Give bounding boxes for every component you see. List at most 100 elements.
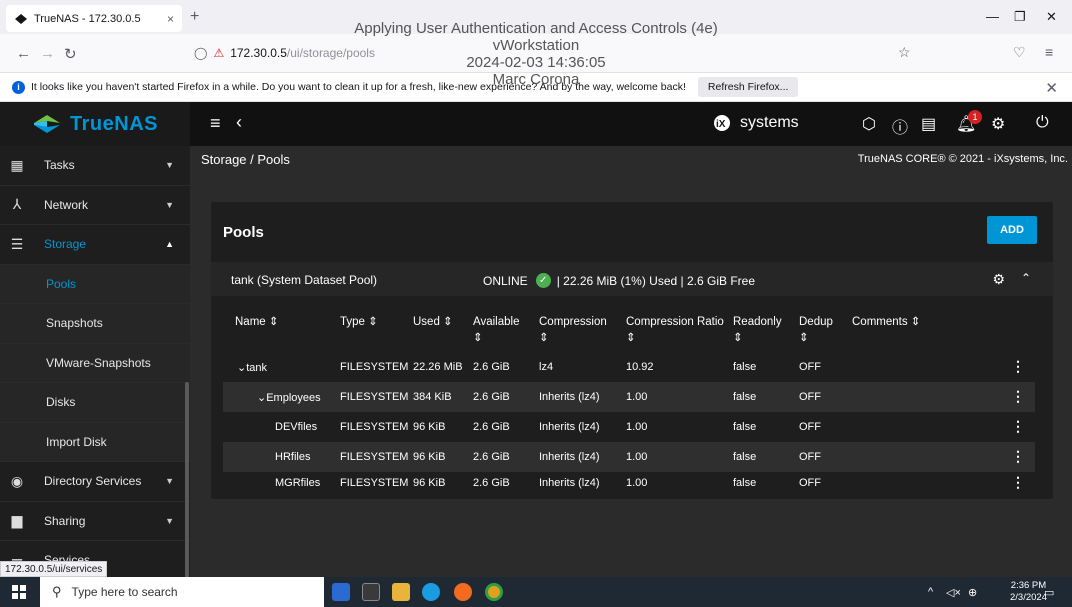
cell-name[interactable]: DEVfiles	[275, 421, 317, 433]
more-vert-icon[interactable]: ⋮	[1011, 388, 1025, 405]
minimize-icon[interactable]: —	[986, 9, 999, 24]
clipboard-icon[interactable]: ▤	[921, 114, 936, 134]
table-row[interactable]: MGRfiles FILESYSTEM 96 KiB 2.6 GiB Inher…	[223, 468, 1035, 498]
lock-warning-icon[interactable]: ⚠	[213, 46, 224, 60]
back-arrow-icon[interactable]: ←	[16, 45, 31, 62]
cell-ratio: 1.00	[626, 421, 648, 433]
hamburger-menu-icon[interactable]: ≡	[210, 113, 221, 134]
bookmark-star-icon[interactable]: ☆	[898, 44, 911, 61]
sidebar-item-network[interactable]: ⅄ Network ▼	[0, 186, 190, 225]
file-explorer-icon[interactable]	[392, 583, 410, 601]
sidebar-item-label: Tasks	[44, 158, 75, 173]
card-title: Pools	[223, 224, 264, 241]
more-vert-icon[interactable]: ⋮	[1011, 358, 1025, 375]
cell-available: 2.6 GiB	[473, 391, 510, 403]
folder-icon: ▆	[11, 512, 23, 529]
column-used[interactable]: Used ⇕	[413, 314, 453, 330]
powershell-icon[interactable]	[332, 583, 350, 601]
cell-dedup: OFF	[799, 391, 821, 403]
tab-close-icon[interactable]: ×	[167, 12, 174, 26]
truecommand-icon[interactable]: ⬡	[862, 114, 876, 134]
browser-tab[interactable]: TrueNAS - 172.30.0.5 ×	[6, 5, 182, 32]
cell-name[interactable]: ⌄tank	[237, 361, 267, 374]
more-vert-icon[interactable]: ⋮	[1011, 474, 1025, 491]
cell-readonly: false	[733, 477, 757, 489]
status-url: 172.30.0.5/ui/services	[0, 561, 108, 577]
truenas-topbar: TrueNAS ≡ ‹ iX systems ⬡ ⓘ ▤ 🔔︎ 1 ⚙ ⏻	[0, 102, 1072, 146]
network-globe-icon[interactable]: ⊕	[968, 586, 977, 599]
volume-icon[interactable]: ◁×	[946, 586, 961, 599]
menu-icon[interactable]: ≡	[1045, 44, 1053, 60]
cell-name[interactable]: MGRfiles	[275, 477, 320, 489]
forward-arrow-icon[interactable]: →	[40, 45, 55, 62]
more-vert-icon[interactable]: ⋮	[1011, 418, 1025, 435]
network-icon: ⅄	[12, 196, 22, 213]
terminal-icon[interactable]	[362, 583, 380, 601]
notifications-icon[interactable]: ▭	[1044, 586, 1054, 599]
table-row[interactable]: ⌄Employees FILESYSTEM 384 KiB 2.6 GiB In…	[223, 382, 1035, 412]
sidebar-item-disks[interactable]: Disks	[0, 383, 190, 423]
gear-icon[interactable]: ⚙	[991, 114, 1005, 134]
window-close-icon[interactable]: ✕	[1046, 9, 1057, 25]
browser-nav-bar: ← → ↻ ◯ ⚠ 172.30.0.5/ui/storage/pools ☆ …	[0, 34, 1072, 72]
sidebar-item-storage[interactable]: ☰ Storage ▲	[0, 225, 190, 265]
sidebar: ▦ Tasks ▼ ⅄ Network ▼ ☰ Storage ▲ Pools …	[0, 146, 190, 577]
shield-icon[interactable]: ◯	[194, 46, 207, 60]
cell-name[interactable]: HRfiles	[275, 451, 310, 463]
breadcrumb: Storage / Pools	[201, 152, 290, 167]
truenas-favicon-icon	[15, 13, 27, 24]
sidebar-item-snapshots[interactable]: Snapshots	[0, 304, 190, 344]
firefox-icon[interactable]	[454, 583, 472, 601]
chevron-left-icon[interactable]: ‹	[236, 112, 242, 133]
sidebar-scrollbar[interactable]	[185, 382, 189, 577]
cell-available: 2.6 GiB	[473, 451, 510, 463]
taskbar-clock[interactable]: 2:36 PM 2/3/2024	[1010, 580, 1047, 604]
new-tab-icon[interactable]: +	[190, 8, 199, 26]
vendor-name: systems	[740, 114, 799, 131]
table-row[interactable]: ⌄tank FILESYSTEM 22.26 MiB 2.6 GiB lz4 1…	[223, 352, 1035, 382]
sidebar-item-pools[interactable]: Pools	[0, 264, 190, 304]
brand-logo[interactable]: TrueNAS	[0, 102, 190, 146]
url-host: 172.30.0.5	[230, 46, 287, 60]
url-bar[interactable]: ◯ ⚠ 172.30.0.5/ui/storage/pools	[188, 38, 920, 68]
column-compression-ratio[interactable]: Compression Ratio ⇕	[626, 314, 724, 346]
notification-close-icon[interactable]: ✕	[1045, 79, 1058, 97]
more-vert-icon[interactable]: ⋮	[1011, 448, 1025, 465]
edge-icon[interactable]	[422, 583, 440, 601]
pool-settings-gear-icon[interactable]: ⚙	[992, 271, 1005, 288]
sidebar-item-label: Storage	[44, 237, 87, 252]
cell-available: 2.6 GiB	[473, 477, 510, 489]
column-compression[interactable]: Compression ⇕	[539, 314, 619, 346]
column-comments[interactable]: Comments ⇕	[852, 314, 920, 330]
chevron-up-icon[interactable]: ⌃	[1021, 271, 1031, 285]
sidebar-item-directory-services[interactable]: ◉ Directory Services ▼	[0, 462, 190, 502]
sidebar-item-import-disk[interactable]: Import Disk	[0, 422, 190, 462]
column-dedup[interactable]: Dedup ⇕	[799, 314, 839, 346]
chrome-icon[interactable]	[485, 583, 503, 601]
power-icon[interactable]: ⏻	[1036, 114, 1049, 132]
windows-start-icon[interactable]	[12, 585, 26, 599]
column-type[interactable]: Type ⇕	[340, 314, 378, 330]
pocket-icon[interactable]: ♡	[1013, 44, 1026, 61]
ixsystems-logo[interactable]: iX systems	[712, 113, 799, 133]
caret-down-icon: ▼	[165, 515, 174, 526]
column-readonly[interactable]: Readonly ⇕	[733, 314, 789, 346]
refresh-firefox-button[interactable]: Refresh Firefox...	[697, 77, 799, 97]
column-available[interactable]: Available ⇕	[473, 314, 523, 346]
taskbar-search-input[interactable]: ⚲ Type here to search	[40, 577, 324, 607]
cell-name[interactable]: ⌄Employees	[257, 391, 321, 404]
column-name[interactable]: Name ⇕	[235, 314, 279, 330]
restore-icon[interactable]: ❐	[1014, 9, 1026, 25]
sidebar-item-sharing[interactable]: ▆ Sharing ▼	[0, 502, 190, 541]
caret-up-icon: ▲	[165, 239, 174, 249]
sidebar-item-tasks[interactable]: ▦ Tasks ▼	[0, 146, 190, 186]
chevron-up-tray-icon[interactable]: ^	[928, 586, 933, 598]
cell-used: 22.26 MiB	[413, 361, 463, 373]
brand-name: TrueNAS	[70, 112, 158, 135]
info-circle-icon[interactable]: ⓘ	[892, 114, 908, 138]
reload-icon[interactable]: ↻	[64, 45, 77, 63]
add-pool-button[interactable]: ADD	[987, 216, 1037, 244]
table-row[interactable]: DEVfiles FILESYSTEM 96 KiB 2.6 GiB Inher…	[223, 412, 1035, 442]
browser-tab-bar: TrueNAS - 172.30.0.5 × + — ❐ ✕	[0, 0, 1072, 34]
sidebar-item-vmware-snapshots[interactable]: VMware-Snapshots	[0, 343, 190, 383]
